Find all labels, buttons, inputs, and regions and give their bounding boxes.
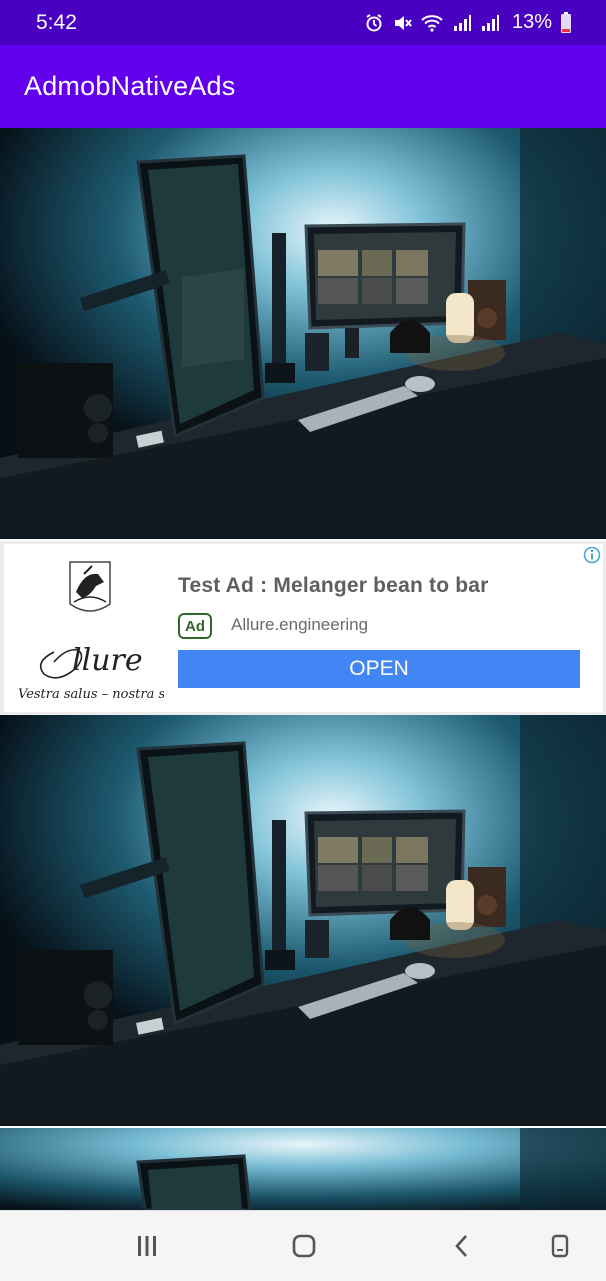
back-button[interactable] [445,1229,479,1263]
signal-icon [480,13,500,33]
home-icon [292,1234,316,1258]
desk-setup-photo [0,1128,606,1210]
rotate-button[interactable] [543,1229,577,1263]
recents-button[interactable] [130,1229,164,1263]
allure-logo-motto: Vestra salus – nostra sal [18,687,164,702]
battery-icon [560,11,572,34]
allure-logo-wordmark: llure [72,643,143,678]
home-button[interactable] [287,1229,321,1263]
rotate-icon [551,1234,569,1258]
wifi-icon [420,13,444,33]
desk-setup-photo [0,715,606,1126]
ad-badge: Ad [178,613,212,639]
app-bar: AdmobNativeAds [0,45,606,128]
ad-open-button[interactable]: OPEN [178,650,580,688]
status-bar: 5:42 13% [0,0,606,45]
signal-icon [452,13,472,33]
status-icons: 13% [364,11,572,34]
desk-setup-photo [0,128,606,539]
app-title: AdmobNativeAds [24,71,236,101]
allure-logo-image: llure Vestra salus – nostra sal [14,552,164,704]
back-icon [455,1235,467,1257]
alarm-icon [364,13,384,33]
recents-icon [138,1236,156,1256]
native-ad-card[interactable]: llure Vestra salus – nostra sal Test Ad … [0,541,606,715]
mute-icon [392,13,412,33]
ad-choices-icon[interactable] [583,546,601,564]
ad-headline[interactable]: Test Ad : Melanger bean to bar [178,574,489,598]
ad-advertiser[interactable]: Allure.engineering [231,615,368,635]
system-nav-bar [0,1210,606,1281]
battery-percent: 13% [511,11,552,33]
native-ad-content: llure Vestra salus – nostra sal Test Ad … [4,544,603,712]
status-time: 5:42 [36,10,77,34]
